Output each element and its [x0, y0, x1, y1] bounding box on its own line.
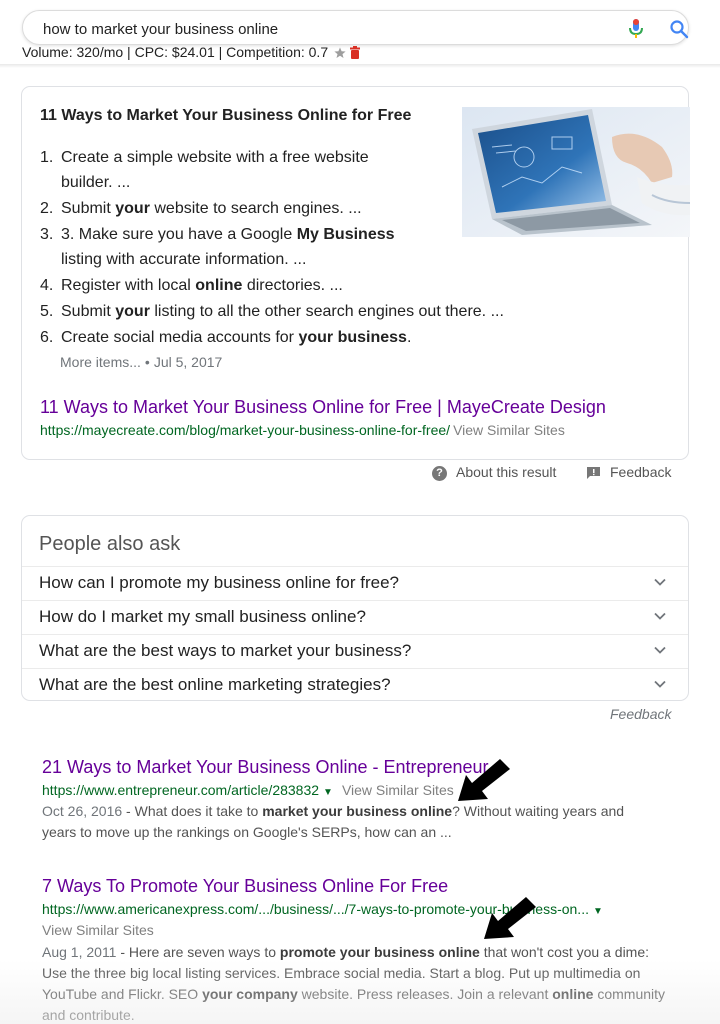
search-bar[interactable] [22, 10, 689, 45]
caret-down-icon[interactable]: ▼ [593, 906, 603, 917]
trash-icon[interactable] [349, 46, 360, 60]
stats-icons [334, 45, 360, 61]
question-icon[interactable]: ? [432, 466, 447, 481]
list-item: 4. Register with local online directorie… [40, 277, 343, 294]
result-snippet: Oct 26, 2016 - What does it take to mark… [42, 803, 625, 840]
featured-result-url-line: https://mayecreate.com/blog/market-your-… [40, 422, 565, 438]
list-item: 5. Submit your listing to all the other … [40, 303, 504, 320]
search-input[interactable] [43, 19, 583, 39]
result-url-line: https://www.entrepreneur.com/article/283… [42, 782, 454, 798]
view-similar-sites-link[interactable]: View Similar Sites [42, 922, 154, 938]
annotation-arrow-icon [484, 897, 536, 939]
paa-question: What are the best ways to market your bu… [39, 641, 412, 660]
separator-dot: • [144, 354, 150, 370]
microphone-icon[interactable] [628, 18, 644, 40]
chevron-down-icon [654, 646, 666, 654]
paa-question: How can I promote my business online for… [39, 573, 400, 592]
people-also-ask-card: People also ask How can I promote my bus… [21, 515, 689, 701]
list-item: 1. Create a simple website with a free w… [40, 149, 369, 191]
people-also-ask-heading: People also ask [39, 533, 181, 555]
paa-question-row[interactable]: What are the best online marketing strat… [22, 668, 688, 702]
more-items-link[interactable]: More items... [60, 354, 141, 370]
list-item: 6. Create social media accounts for your… [40, 329, 412, 346]
keyword-stats: Volume: 320/mo | CPC: $24.01 | Competiti… [22, 44, 360, 61]
chevron-down-icon [654, 612, 666, 620]
paa-question-row[interactable]: What are the best ways to market your bu… [22, 634, 688, 668]
header-divider [0, 64, 720, 68]
snippet-date: Jul 5, 2017 [153, 354, 223, 370]
result-title-link[interactable]: 7 Ways To Promote Your Business Online F… [42, 876, 448, 897]
feedback-icon[interactable] [587, 467, 600, 479]
caret-down-icon[interactable]: ▼ [323, 787, 333, 798]
paa-question-row[interactable]: How can I promote my business online for… [22, 566, 688, 600]
keyword-stats-text: Volume: 320/mo | CPC: $24.01 | Competiti… [22, 44, 329, 60]
list-item: 2. Submit your website to search engines… [40, 200, 362, 217]
featured-snippet-card: 11 Ways to Market Your Business Online f… [21, 86, 690, 460]
featured-snippet-list: 1. Create a simple website with a free w… [40, 145, 560, 351]
result-url[interactable]: https://www.entrepreneur.com/article/283… [42, 782, 319, 798]
paa-question-row[interactable]: How do I market my small business online… [22, 600, 688, 634]
paa-feedback-link[interactable]: Feedback [610, 706, 671, 722]
chevron-down-icon [654, 680, 666, 688]
paa-question: What are the best online marketing strat… [39, 675, 391, 694]
result-title-link[interactable]: 21 Ways to Market Your Business Online -… [42, 757, 489, 778]
featured-result-link[interactable]: 11 Ways to Market Your Business Online f… [40, 397, 606, 418]
paa-question: How do I market my small business online… [39, 607, 366, 626]
view-similar-sites-link[interactable]: View Similar Sites [453, 422, 565, 438]
chevron-down-icon [654, 578, 666, 586]
star-icon[interactable] [334, 47, 346, 59]
result-similar-line: View Similar Sites [42, 922, 154, 938]
search-icon[interactable] [669, 19, 689, 39]
featured-snippet-title: 11 Ways to Market Your Business Online f… [40, 107, 412, 124]
featured-result-url[interactable]: https://mayecreate.com/blog/market-your-… [40, 422, 450, 438]
result-snippet: Aug 1, 2011 - Here are seven ways to pro… [42, 944, 666, 1023]
list-item: 3. 3. Make sure you have a Google My Bus… [40, 226, 395, 268]
feedback-link[interactable]: Feedback [610, 464, 671, 480]
annotation-arrow-icon [458, 759, 510, 801]
about-this-result-link[interactable]: About this result [456, 464, 556, 480]
view-similar-sites-link[interactable]: View Similar Sites [342, 782, 454, 798]
more-items-row: More items... • Jul 5, 2017 [60, 354, 222, 370]
